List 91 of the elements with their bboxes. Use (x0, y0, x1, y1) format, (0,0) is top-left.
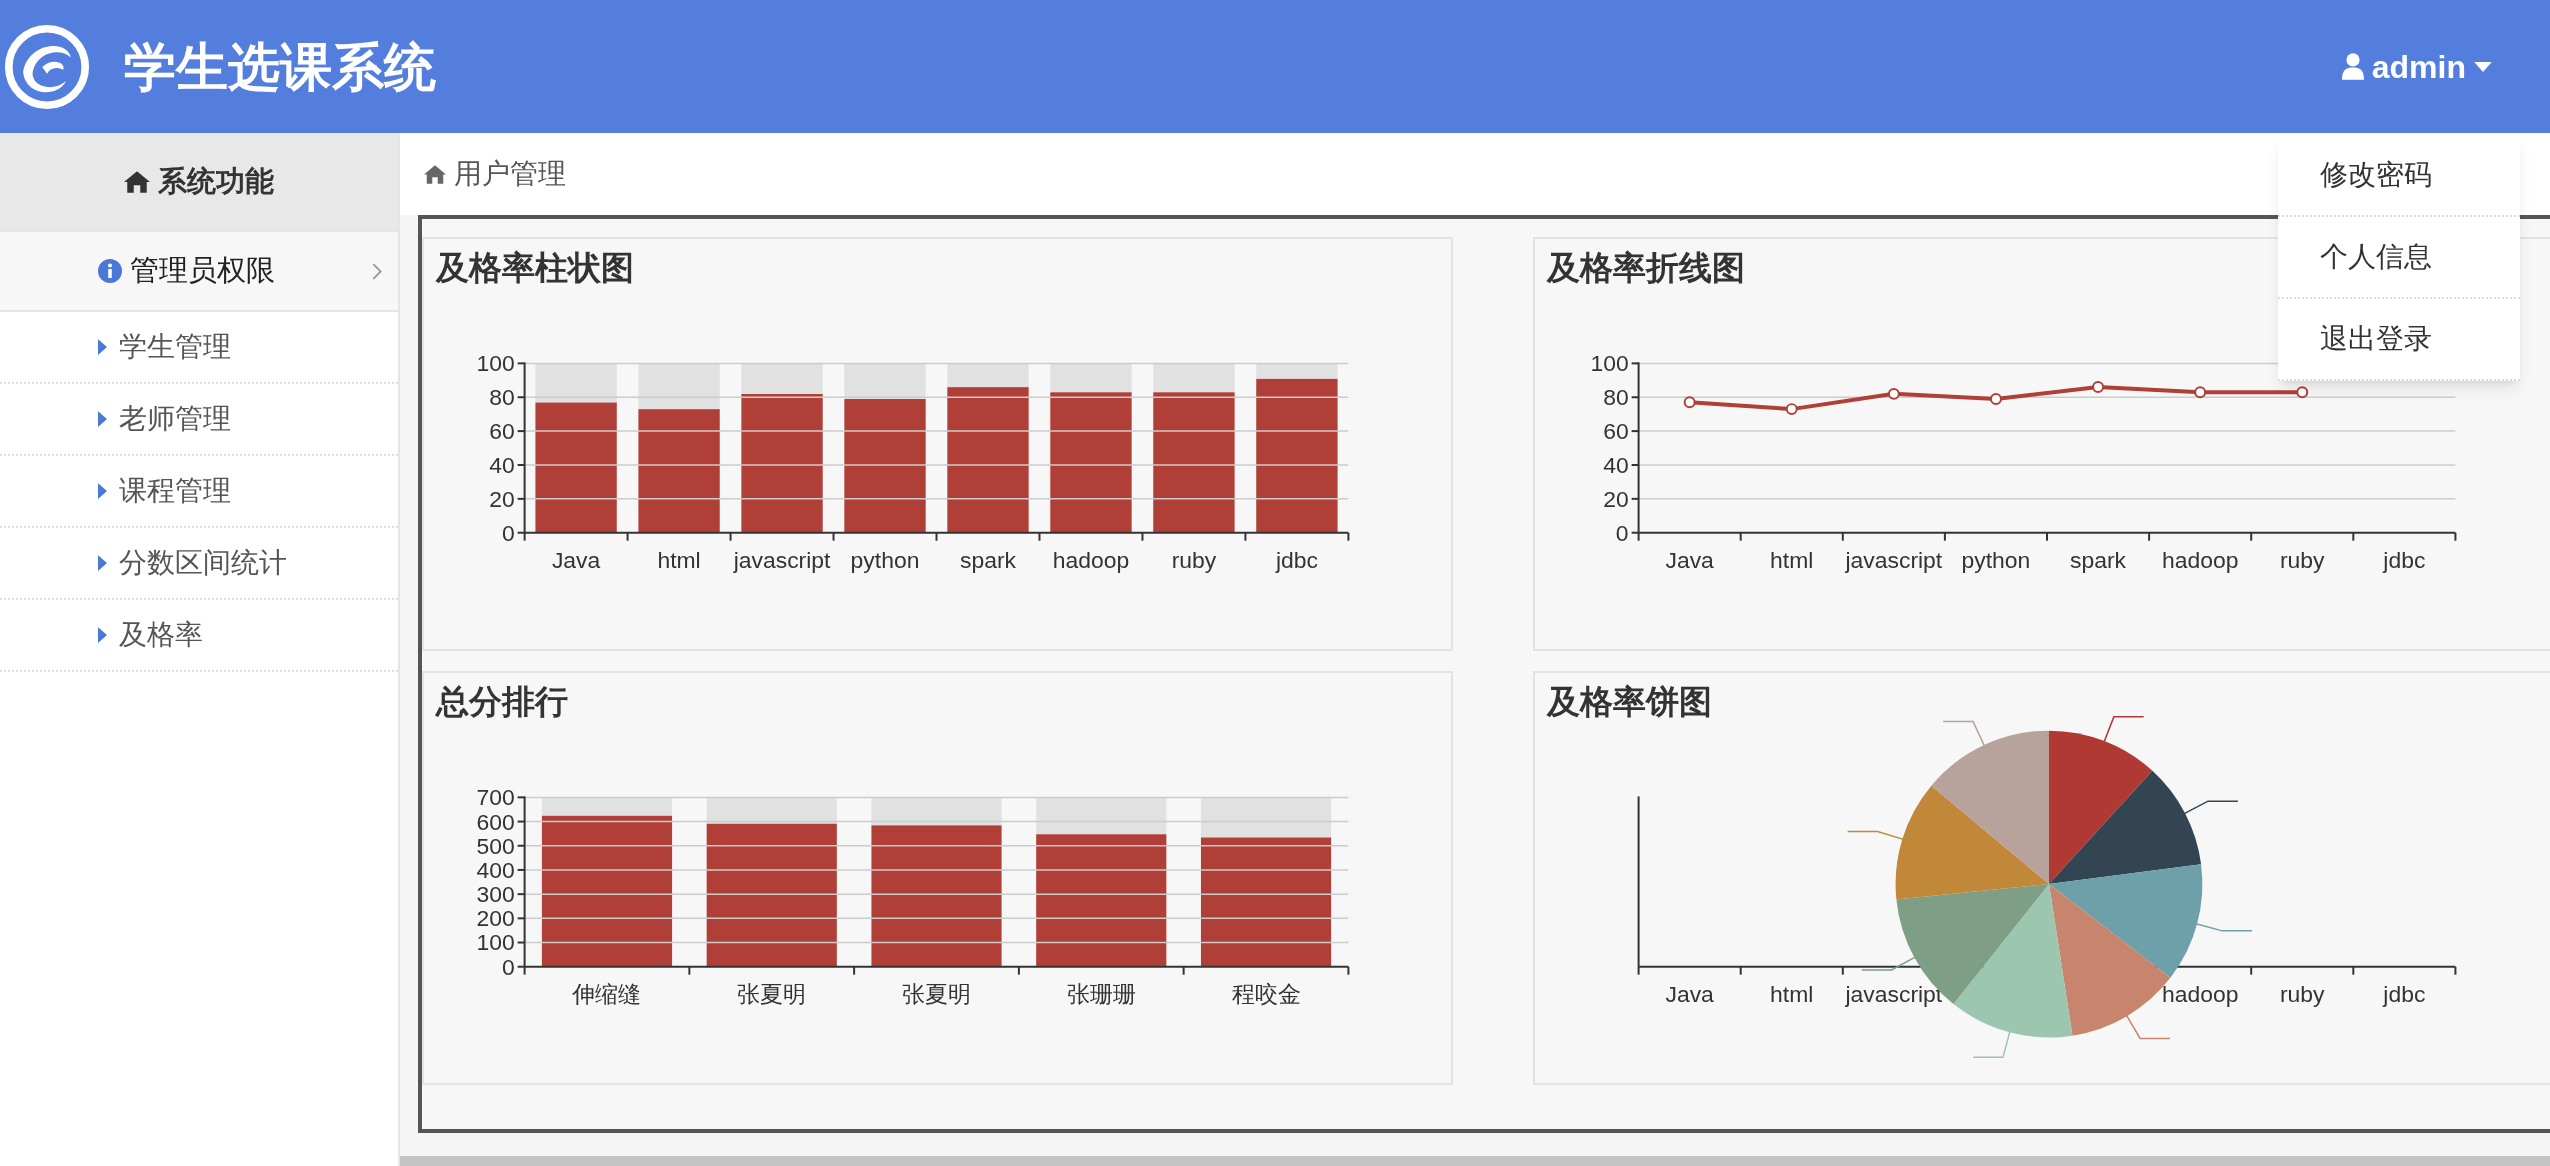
axis-tick-label: 100 (476, 350, 515, 377)
axis-tick-label: 500 (476, 832, 515, 859)
data-point (2296, 386, 2309, 399)
sidebar-item[interactable]: 分数区间统计 (0, 528, 398, 600)
axis-tick-label: 40 (489, 451, 515, 478)
axis-tick-label: 80 (489, 384, 515, 411)
axis-category-label: Java (1665, 546, 1714, 573)
leader-line (2103, 716, 2145, 744)
axis-category-label: 张珊珊 (1066, 980, 1136, 1007)
axis-tick-label: 200 (476, 905, 515, 932)
axis-category-label: 伸缩缝 (572, 980, 642, 1007)
user-menu-button[interactable]: admin (2341, 42, 2492, 91)
home-icon (124, 170, 150, 193)
home-icon (424, 164, 446, 184)
panel-title: 及格率折线图 (1547, 248, 1745, 288)
breadcrumb[interactable]: 用户管理 (454, 153, 566, 195)
axis-category-label: hadoop (1052, 546, 1130, 573)
axis-category-label: javascript (733, 546, 831, 573)
axis-category-label: 程咬金 (1231, 980, 1301, 1007)
axis-category-label: html (1770, 546, 1814, 573)
caret-icon (2474, 61, 2492, 72)
axis-category-label: html (1770, 980, 1814, 1007)
axis-tick-label: 0 (1615, 519, 1629, 546)
leader-line (1972, 1029, 2011, 1059)
data-point (2194, 386, 2207, 399)
axis-tick-label: 0 (501, 953, 515, 980)
axis-tick-label: 0 (501, 519, 515, 546)
sidebar-title: 系统功能 (158, 163, 274, 199)
axis-category-label: Java (551, 546, 601, 573)
axis-category-label: jdbc (2383, 546, 2426, 573)
axis-tick-label: 20 (489, 485, 515, 512)
data-point (2092, 381, 2105, 394)
caret-right-icon (98, 339, 107, 355)
axis-category-label: spark (2070, 546, 2127, 573)
caret-right-icon (98, 627, 107, 643)
axis-category-label: jdbc (2383, 980, 2426, 1007)
axis-tick-label: 100 (476, 929, 515, 956)
leader-line (1861, 955, 1917, 971)
data-point (1683, 396, 1696, 409)
axis-category-label: ruby (1171, 546, 1217, 573)
chevron-right-icon (372, 262, 382, 280)
axis-category-label: spark (960, 546, 1016, 573)
panel-title: 及格率柱状图 (436, 248, 634, 288)
user-icon (2341, 53, 2364, 80)
panel-title: 及格率饼图 (1547, 682, 1712, 722)
axis-category-label: Java (1665, 980, 1714, 1007)
leader-line (2194, 922, 2253, 932)
axis-tick-label: 600 (476, 808, 515, 835)
sidebar-item[interactable]: 及格率 (0, 600, 398, 672)
leader-line (1942, 720, 1986, 748)
axis-category-label: html (657, 546, 701, 573)
menu-item[interactable]: 退出登录 (2278, 299, 2520, 381)
data-point (1785, 403, 1798, 416)
axis-tick-label: 20 (1603, 485, 1629, 512)
leader-line (2182, 800, 2239, 815)
data-point (1989, 392, 2002, 405)
sidebar-item[interactable]: 学生管理 (0, 312, 398, 384)
axis-category-label: hadoop (2161, 980, 2239, 1007)
app-title: 学生选课系统 (124, 36, 436, 98)
panel-title: 总分排行 (436, 682, 568, 722)
axis-tick-label: 700 (476, 784, 515, 811)
axis-category-label: ruby (2280, 980, 2325, 1007)
axis-category-label: 张夏明 (737, 980, 807, 1007)
axis-tick-label: 80 (1603, 384, 1629, 411)
caret-right-icon (98, 411, 107, 427)
axis-category-label: javascript (1845, 980, 1943, 1007)
menu-item[interactable]: 个人信息 (2278, 217, 2520, 299)
axis-category-label: hadoop (2161, 546, 2239, 573)
axis-tick-label: 40 (1603, 451, 1629, 478)
axis-category-label: jdbc (1275, 546, 1318, 573)
data-point (1887, 387, 1900, 400)
axis-category-label: javascript (1845, 546, 1943, 573)
axis-category-label: 张夏明 (902, 980, 971, 1007)
info-icon (98, 259, 122, 283)
logo-icon (4, 23, 90, 110)
leader-line (2125, 1013, 2171, 1040)
axis-tick-label: 60 (1603, 418, 1629, 445)
sidebar-item[interactable]: 课程管理 (0, 456, 398, 528)
axis-tick-label: 60 (489, 418, 515, 445)
sidebar-group[interactable]: 管理员权限 (0, 230, 398, 312)
axis-tick-label: 100 (1590, 350, 1629, 377)
menu-item[interactable]: 修改密码 (2278, 135, 2520, 217)
caret-right-icon (98, 483, 107, 499)
axis-category-label: python (850, 546, 920, 573)
sidebar-item[interactable]: 老师管理 (0, 384, 398, 456)
caret-right-icon (98, 555, 107, 571)
leader-line (1846, 830, 1905, 841)
axis-category-label: ruby (2280, 546, 2325, 573)
axis-tick-label: 400 (476, 856, 515, 883)
axis-category-label: python (1961, 546, 2031, 573)
axis-tick-label: 300 (476, 881, 515, 908)
